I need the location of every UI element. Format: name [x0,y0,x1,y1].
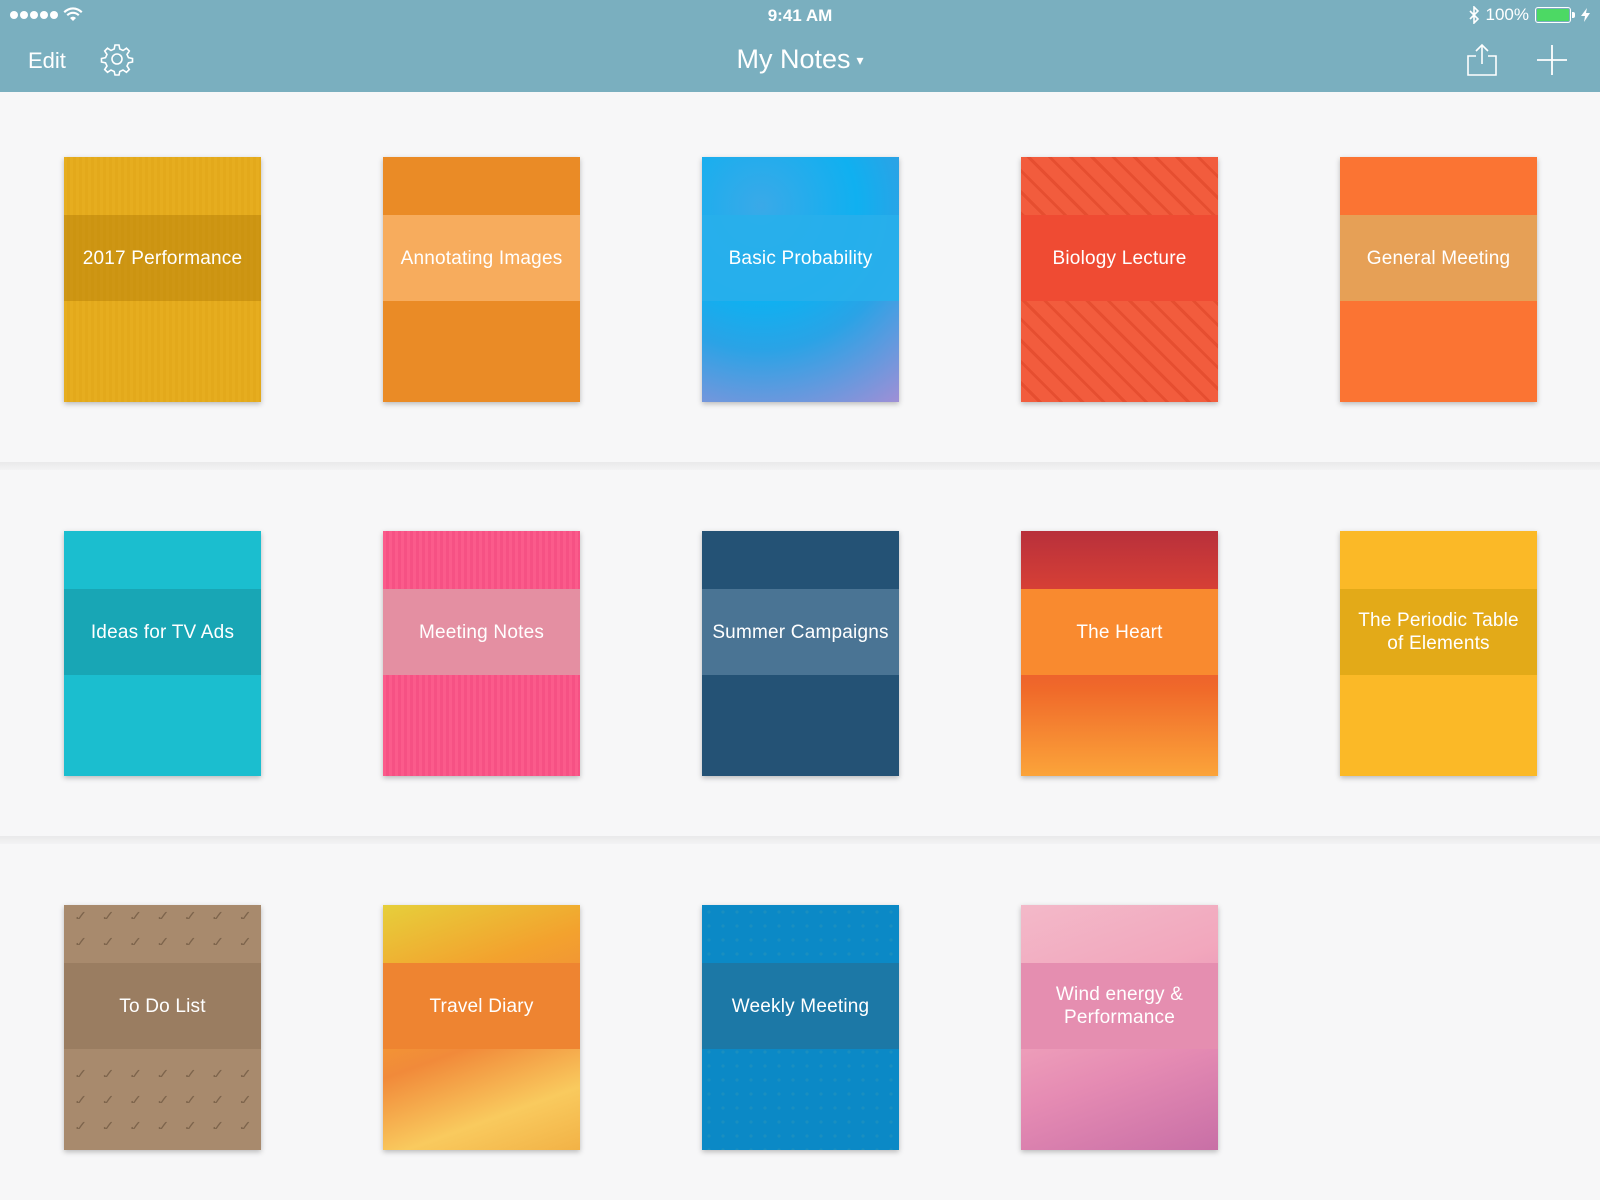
notebook-weekly-meeting[interactable]: Weekly Meeting [702,905,899,1150]
notebook-the-heart[interactable]: The Heart [1021,531,1218,776]
shelf-divider [0,462,1600,470]
notebook-travel-diary[interactable]: Travel Diary [383,905,580,1150]
notebook-2017-performance[interactable]: 2017 Performance [64,157,261,402]
status-bar: 9:41 AM 100% [0,0,1600,30]
notebook-label-band: The Heart [1021,589,1218,675]
bluetooth-icon [1468,6,1479,24]
notebook-picker[interactable]: My Notes ▾ [0,44,1600,75]
checkmark-pattern: ✓✓✓✓✓✓✓ [74,1067,261,1077]
notebook-title: Summer Campaigns [712,621,889,643]
page-title: My Notes [736,44,851,74]
notebook-label-band: To Do List [64,963,261,1049]
notebook-title: Biology Lecture [1052,247,1187,269]
checkmark-pattern: ✓✓✓✓✓✓✓ [74,1119,261,1129]
notebook-basic-probability[interactable]: Basic Probability [702,157,899,402]
notebook-label-band: General Meeting [1340,215,1537,301]
notebook-title: General Meeting [1366,247,1511,269]
battery-percent: 100% [1485,5,1529,24]
notebook-label-band: Wind energy & Performance [1021,963,1218,1049]
notebook-summer-campaigns[interactable]: Summer Campaigns [702,531,899,776]
notebook-annotating-images[interactable]: Annotating Images [383,157,580,402]
notebook-label-band: Biology Lecture [1021,215,1218,301]
top-bar: 9:41 AM 100% Edit My Notes ▾ [0,0,1600,92]
chevron-down-icon: ▾ [856,52,864,69]
navigation-row: Edit My Notes ▾ [0,30,1600,92]
plus-icon[interactable] [1534,42,1570,78]
notebook-label-band: Annotating Images [383,215,580,301]
notebook-title: Meeting Notes [418,621,545,643]
notebook-biology-lecture[interactable]: Biology Lecture [1021,157,1218,402]
notebook-label-band: Summer Campaigns [702,589,899,675]
notebook-general-meeting[interactable]: General Meeting [1340,157,1537,402]
notebook-title: Ideas for TV Ads [90,621,235,643]
notebook-label-band: Travel Diary [383,963,580,1049]
charging-bolt-icon [1581,8,1590,22]
notebook-meeting-notes[interactable]: Meeting Notes [383,531,580,776]
battery-icon [1535,7,1575,23]
notebook-title: Weekly Meeting [731,995,870,1017]
status-time: 9:41 AM [767,6,833,25]
share-icon[interactable] [1464,42,1500,78]
notebook-label-band: 2017 Performance [64,215,261,301]
checkmark-pattern: ✓✓✓✓✓✓✓ [74,935,261,945]
notebook-label-band: The Periodic Table of Elements [1340,589,1537,675]
notebook-to-do-list[interactable]: ✓✓✓✓✓✓✓ ✓✓✓✓✓✓✓ ✓✓✓✓✓✓✓ ✓✓✓✓✓✓✓ ✓✓✓✓✓✓✓ … [64,905,261,1150]
notebook-label-band: Weekly Meeting [702,963,899,1049]
notebook-title: To Do List [119,995,206,1017]
notebook-wind-energy-and-performance[interactable]: Wind energy & Performance [1021,905,1218,1150]
notebook-title: Travel Diary [429,995,534,1017]
notebook-title: 2017 Performance [82,247,243,269]
notebook-title: Basic Probability [728,247,873,269]
notebook-ideas-for-tv-ads[interactable]: Ideas for TV Ads [64,531,261,776]
notebook-title: The Heart [1076,621,1163,643]
checkmark-pattern: ✓✓✓✓✓✓✓ [74,1093,261,1103]
notebook-title: The Periodic Table of Elements [1358,610,1519,654]
notebook-the-periodic-table-of-elements[interactable]: The Periodic Table of Elements [1340,531,1537,776]
shelf-divider [0,836,1600,844]
notebook-label-band: Meeting Notes [383,589,580,675]
notebook-title: Wind energy & Performance [1055,984,1184,1028]
notebook-title: Annotating Images [400,247,563,269]
checkmark-pattern: ✓✓✓✓✓✓✓ [74,909,261,919]
notebook-label-band: Basic Probability [702,215,899,301]
notebook-label-band: Ideas for TV Ads [64,589,261,675]
